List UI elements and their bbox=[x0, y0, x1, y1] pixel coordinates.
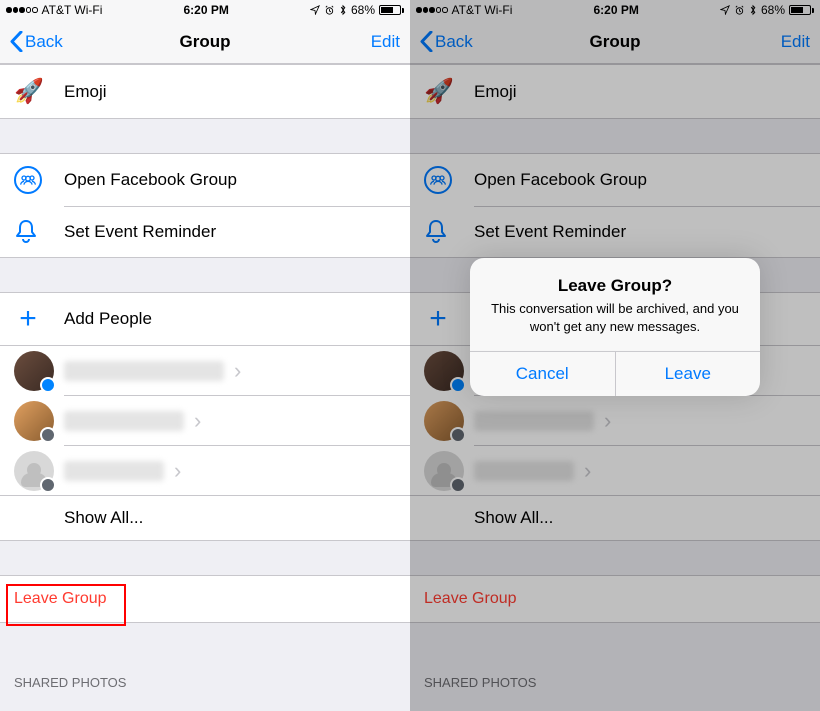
status-bar: AT&T Wi-Fi 6:20 PM 68% bbox=[0, 0, 410, 20]
alert-leave-button[interactable]: Leave bbox=[615, 352, 761, 396]
signal-icon bbox=[6, 7, 38, 13]
person-row-1[interactable]: › bbox=[0, 345, 410, 395]
person-name-redacted bbox=[64, 461, 164, 481]
row-set-reminder-label: Set Event Reminder bbox=[64, 222, 396, 242]
person-row-2[interactable]: › bbox=[64, 395, 410, 445]
alert-cancel-button[interactable]: Cancel bbox=[470, 352, 615, 396]
row-set-reminder[interactable]: Set Event Reminder bbox=[64, 206, 410, 257]
row-leave-group-label: Leave Group bbox=[14, 590, 107, 607]
bell-icon bbox=[14, 219, 38, 245]
section-header-shared-photos: SHARED PHOTOS bbox=[0, 657, 410, 696]
section-group-actions: Open Facebook Group Set Event Reminder bbox=[0, 153, 410, 258]
messenger-badge-icon bbox=[40, 377, 56, 393]
edit-button[interactable]: Edit bbox=[371, 32, 400, 52]
row-leave-group[interactable]: Leave Group bbox=[0, 575, 410, 623]
carrier-label: AT&T Wi-Fi bbox=[42, 3, 103, 17]
row-open-fb-group-label: Open Facebook Group bbox=[64, 170, 396, 190]
rocket-icon: 🚀 bbox=[14, 77, 44, 106]
battery-icon bbox=[379, 5, 404, 15]
alarm-icon bbox=[324, 5, 335, 16]
person-name-redacted bbox=[64, 361, 224, 381]
facebook-badge-icon bbox=[40, 427, 56, 443]
row-show-all-label: Show All... bbox=[64, 508, 143, 527]
row-show-all[interactable]: Show All... bbox=[0, 495, 410, 540]
people-group-icon bbox=[14, 166, 42, 194]
back-label: Back bbox=[25, 32, 63, 52]
plus-icon: + bbox=[14, 305, 42, 333]
section-emoji: 🚀 Emoji bbox=[0, 64, 410, 119]
person-name-redacted bbox=[64, 411, 184, 431]
row-open-fb-group[interactable]: Open Facebook Group bbox=[0, 154, 410, 206]
section-people: + Add People › › › Show All... bbox=[0, 292, 410, 541]
alert-message: This conversation will be archived, and … bbox=[490, 300, 740, 335]
location-icon bbox=[310, 5, 320, 15]
person-row-3[interactable]: › bbox=[64, 445, 410, 495]
chevron-right-icon: › bbox=[234, 358, 241, 384]
clock: 6:20 PM bbox=[184, 3, 229, 17]
back-button[interactable]: Back bbox=[10, 31, 63, 52]
alert-title: Leave Group? bbox=[490, 276, 740, 296]
row-add-people-label: Add People bbox=[64, 309, 396, 329]
row-add-people[interactable]: + Add People bbox=[0, 292, 410, 345]
alert-leave-group: Leave Group? This conversation will be a… bbox=[470, 258, 760, 396]
nav-bar: Back Group Edit bbox=[0, 20, 410, 64]
chevron-left-icon bbox=[10, 31, 23, 52]
bluetooth-icon bbox=[339, 4, 347, 16]
chevron-right-icon: › bbox=[174, 458, 181, 484]
phone-left: AT&T Wi-Fi 6:20 PM 68% Back Gr bbox=[0, 0, 410, 711]
battery-pct: 68% bbox=[351, 3, 375, 17]
row-emoji[interactable]: 🚀 Emoji bbox=[0, 65, 410, 118]
chevron-right-icon: › bbox=[194, 408, 201, 434]
facebook-badge-icon bbox=[40, 477, 56, 493]
row-emoji-label: Emoji bbox=[64, 82, 396, 102]
phone-right: AT&T Wi-Fi 6:20 PM 68% Back Gr bbox=[410, 0, 820, 711]
